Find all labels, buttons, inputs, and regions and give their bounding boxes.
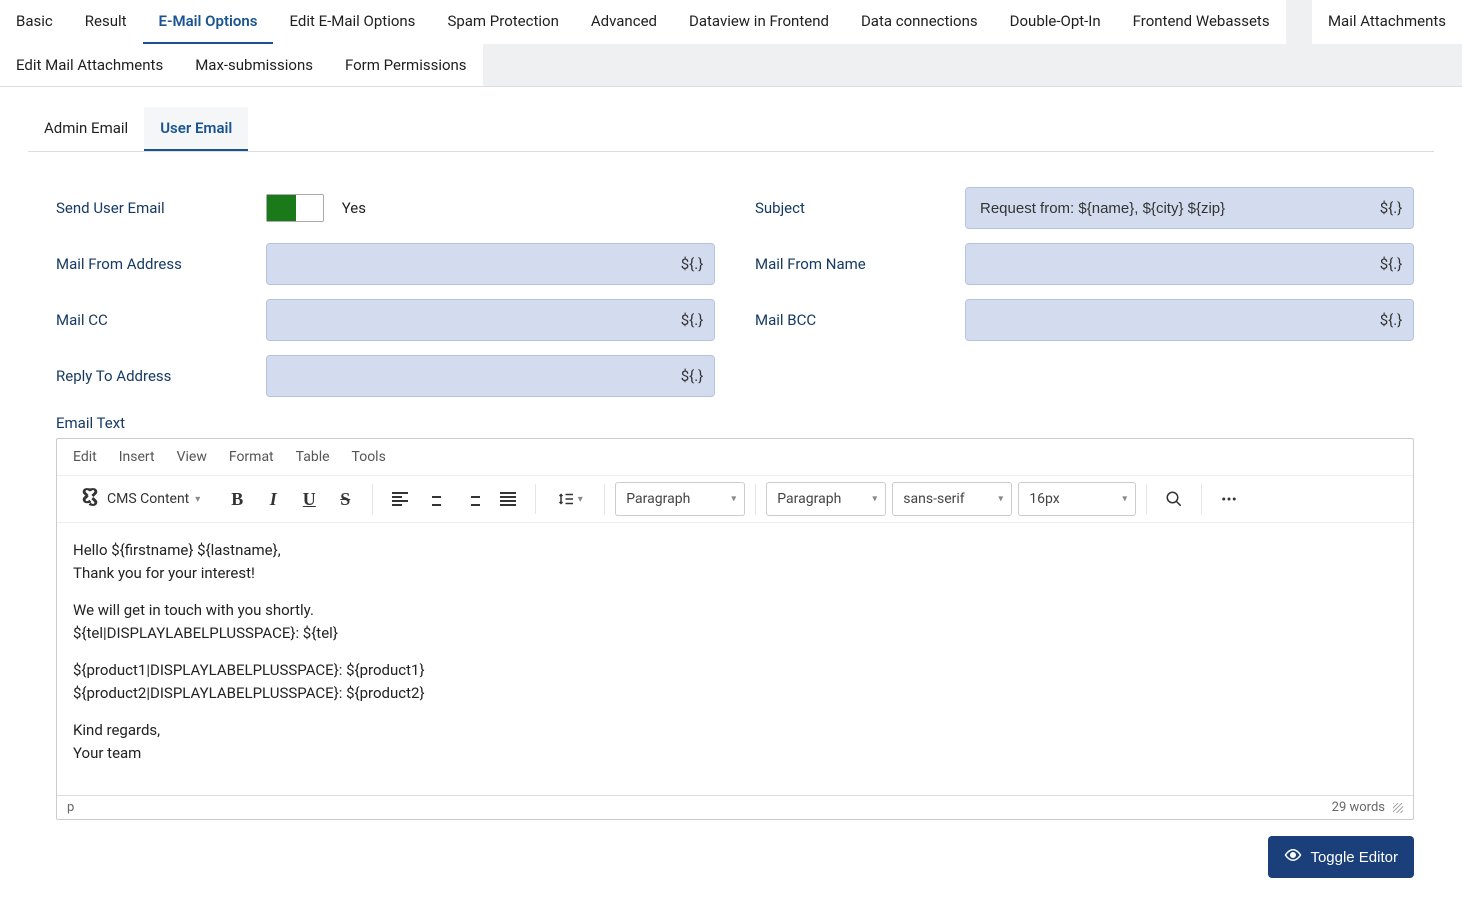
tab-advanced[interactable]: Advanced xyxy=(575,0,673,44)
input-mail-from-name[interactable] xyxy=(966,244,1369,284)
font-family-select[interactable]: sans-serif▾ xyxy=(892,482,1012,516)
eye-icon xyxy=(1284,846,1302,868)
tab-max-submissions[interactable]: Max-submissions xyxy=(179,44,329,86)
tab-filler-2 xyxy=(483,44,1462,86)
chevron-down-icon: ▾ xyxy=(195,494,200,505)
placeholder-picker-mail-from-name[interactable]: ${.} xyxy=(1369,244,1413,284)
line-height-button[interactable]: ▾ xyxy=(546,482,594,516)
menu-insert[interactable]: Insert xyxy=(119,449,155,465)
label-send-user-email: Send User Email xyxy=(56,199,266,217)
label-email-text: Email Text xyxy=(0,404,1462,438)
tab-filler xyxy=(1286,0,1312,44)
menu-table[interactable]: Table xyxy=(296,449,330,465)
search-button[interactable] xyxy=(1157,482,1191,516)
resize-handle[interactable] xyxy=(1393,803,1403,813)
tab-mail-attachments[interactable]: Mail Attachments xyxy=(1312,0,1462,44)
input-mail-bcc[interactable] xyxy=(966,300,1369,340)
subtab-user-email[interactable]: User Email xyxy=(144,107,248,151)
input-mail-from-address[interactable] xyxy=(267,244,670,284)
bold-button[interactable]: B xyxy=(220,482,254,516)
toggle-send-user-email[interactable] xyxy=(266,194,324,222)
placeholder-picker-mail-cc[interactable]: ${.} xyxy=(670,300,714,340)
editor-menu-bar: Edit Insert View Format Table Tools xyxy=(57,439,1413,475)
label-mail-from-name: Mail From Name xyxy=(755,255,965,273)
chevron-down-icon: ▾ xyxy=(578,494,583,505)
menu-tools[interactable]: Tools xyxy=(352,449,386,465)
tab-result[interactable]: Result xyxy=(69,0,143,44)
form-grid: Send User Email Yes Subject ${.} Mail Fr… xyxy=(0,152,1462,404)
tab-dataview-frontend[interactable]: Dataview in Frontend xyxy=(673,0,845,44)
align-justify-button[interactable] xyxy=(491,482,525,516)
editor-status-bar: p 29 words xyxy=(57,795,1413,819)
placeholder-picker-reply-to[interactable]: ${.} xyxy=(670,356,714,396)
underline-button[interactable]: U xyxy=(292,482,326,516)
row-send-user-email: Send User Email Yes xyxy=(56,180,715,236)
editor-element-path[interactable]: p xyxy=(67,800,74,815)
menu-format[interactable]: Format xyxy=(229,449,274,465)
italic-button[interactable]: I xyxy=(256,482,290,516)
tab-form-permissions[interactable]: Form Permissions xyxy=(329,44,483,86)
label-reply-to: Reply To Address xyxy=(56,367,266,385)
menu-edit[interactable]: Edit xyxy=(73,449,97,465)
subtab-bar: Admin Email User Email xyxy=(28,107,1434,152)
joomla-icon xyxy=(79,486,101,512)
align-center-button[interactable] xyxy=(419,482,453,516)
label-mail-bcc: Mail BCC xyxy=(755,311,965,329)
placeholder-picker-mail-from-address[interactable]: ${.} xyxy=(670,244,714,284)
label-subject: Subject xyxy=(755,199,965,217)
label-mail-from-address: Mail From Address xyxy=(56,255,266,273)
row-mail-from-address: Mail From Address ${.} xyxy=(56,236,715,292)
align-left-button[interactable] xyxy=(383,482,417,516)
placeholder-picker-mail-bcc[interactable]: ${.} xyxy=(1369,300,1413,340)
rich-text-editor: Edit Insert View Format Table Tools CMS … xyxy=(56,438,1414,820)
align-right-button[interactable] xyxy=(455,482,489,516)
tab-edit-email-options[interactable]: Edit E-Mail Options xyxy=(273,0,431,44)
block-format-select-1[interactable]: Paragraph▾ xyxy=(615,482,745,516)
block-format-select-2[interactable]: Paragraph▾ xyxy=(766,482,886,516)
label-mail-cc: Mail CC xyxy=(56,311,266,329)
tab-data-connections[interactable]: Data connections xyxy=(845,0,994,44)
row-mail-from-name: Mail From Name ${.} xyxy=(755,236,1414,292)
tab-frontend-webassets[interactable]: Frontend Webassets xyxy=(1117,0,1286,44)
strikethrough-button[interactable]: S xyxy=(328,482,362,516)
row-mail-cc: Mail CC ${.} xyxy=(56,292,715,348)
editor-content-area[interactable]: Hello ${firstname} ${lastname},Thank you… xyxy=(57,523,1413,795)
toggle-send-user-email-label: Yes xyxy=(342,199,366,217)
input-mail-cc[interactable] xyxy=(267,300,670,340)
tab-basic[interactable]: Basic xyxy=(0,0,69,44)
more-button[interactable] xyxy=(1212,482,1246,516)
toggle-editor-button[interactable]: Toggle Editor xyxy=(1268,836,1414,878)
tab-spam-protection[interactable]: Spam Protection xyxy=(431,0,574,44)
input-reply-to[interactable] xyxy=(267,356,670,396)
row-reply-to: Reply To Address ${.} xyxy=(56,348,715,404)
row-mail-bcc: Mail BCC ${.} xyxy=(755,292,1414,348)
placeholder-picker-subject[interactable]: ${.} xyxy=(1369,188,1413,228)
editor-word-count: 29 words xyxy=(1332,800,1385,815)
tab-edit-mail-attachments[interactable]: Edit Mail Attachments xyxy=(0,44,179,86)
cms-content-button[interactable]: CMS Content ▾ xyxy=(75,482,204,516)
top-tab-bar: Basic Result E-Mail Options Edit E-Mail … xyxy=(0,0,1462,87)
menu-view[interactable]: View xyxy=(177,449,207,465)
cms-content-label: CMS Content xyxy=(107,491,189,507)
input-subject[interactable] xyxy=(966,188,1369,228)
row-subject: Subject ${.} xyxy=(755,180,1414,236)
subtab-admin-email[interactable]: Admin Email xyxy=(28,107,144,151)
editor-toolbar: CMS Content ▾ B I U S xyxy=(57,475,1413,523)
font-size-select[interactable]: 16px▾ xyxy=(1018,482,1136,516)
tab-double-opt-in[interactable]: Double-Opt-In xyxy=(994,0,1117,44)
tab-email-options[interactable]: E-Mail Options xyxy=(143,0,274,44)
